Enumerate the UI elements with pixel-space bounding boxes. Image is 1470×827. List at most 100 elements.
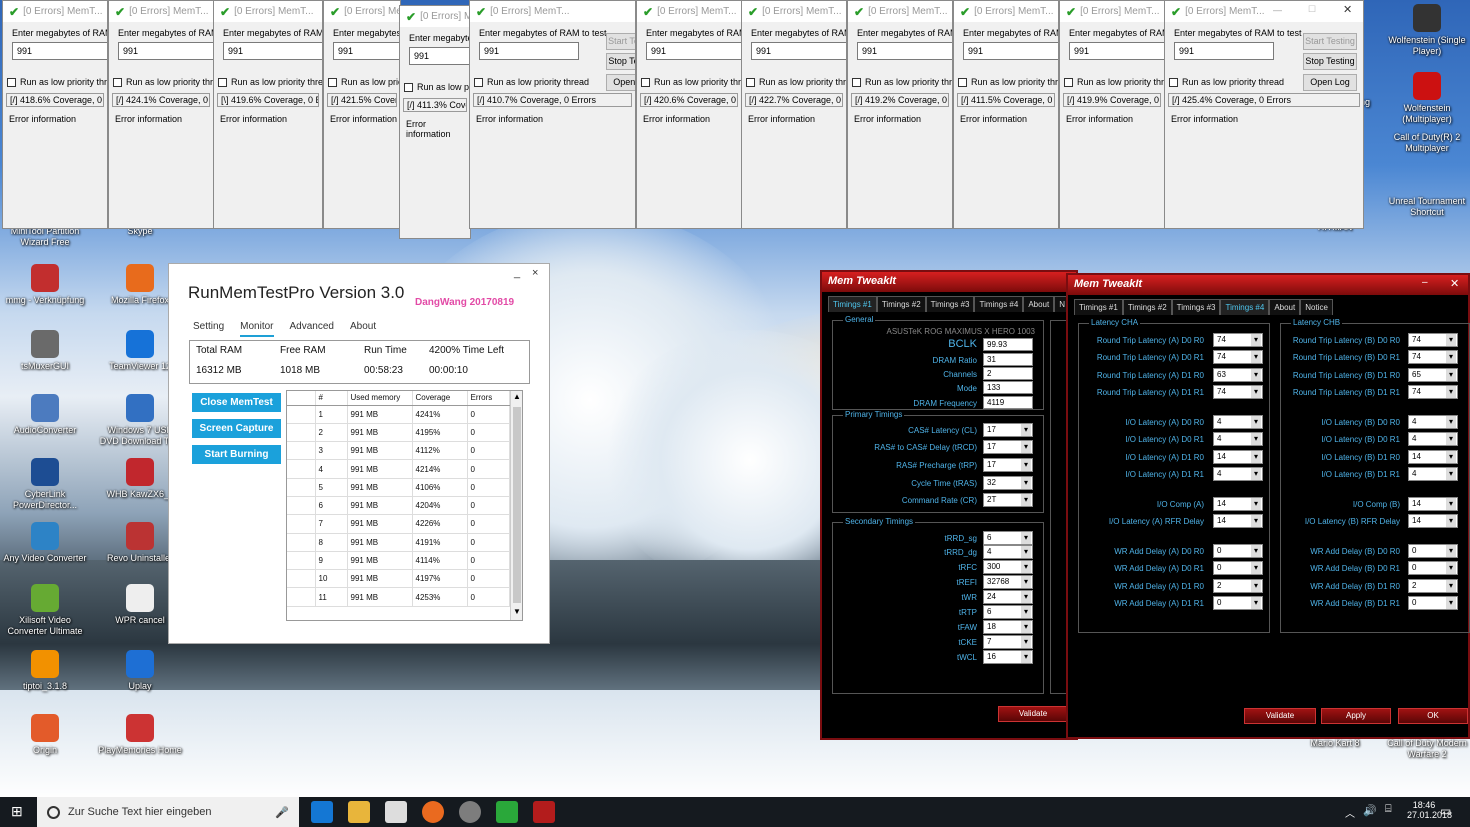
- search-box[interactable]: Zur Suche Text hier eingeben 🎤: [37, 797, 299, 827]
- microphone-icon[interactable]: 🎤: [275, 806, 289, 819]
- ram-input[interactable]: 991: [333, 42, 400, 60]
- desktop-icon[interactable]: Mario Kart 8: [1293, 738, 1377, 749]
- setting-dropdown[interactable]: 0: [1408, 544, 1458, 558]
- setting-dropdown[interactable]: 4: [1213, 415, 1263, 429]
- setting-dropdown[interactable]: 4: [1213, 432, 1263, 446]
- tab[interactable]: Timings #2: [1122, 299, 1172, 315]
- setting-dropdown[interactable]: 24: [983, 590, 1033, 604]
- setting-dropdown[interactable]: 14: [1408, 450, 1458, 464]
- table-row[interactable]: 10 991 MB 4197% 0: [287, 569, 510, 589]
- row-selector[interactable]: [287, 405, 316, 424]
- firefox-icon[interactable]: [422, 801, 444, 823]
- desktop-icon[interactable]: CyberLink PowerDirector...: [3, 458, 87, 511]
- setting-dropdown[interactable]: 0: [1213, 544, 1263, 558]
- checkbox-box[interactable]: [328, 77, 337, 87]
- windows-start-icon[interactable]: ⊞: [11, 803, 23, 820]
- validate-button[interactable]: Validate: [1244, 708, 1316, 724]
- setting-dropdown[interactable]: 63: [1213, 368, 1263, 382]
- setting-dropdown[interactable]: 2T: [983, 493, 1033, 507]
- setting-dropdown[interactable]: 6: [983, 531, 1033, 545]
- desktop-icon[interactable]: Call of Duty Modern Warfare 2: [1385, 738, 1469, 760]
- setting-dropdown[interactable]: 0: [1213, 596, 1263, 610]
- setting-dropdown[interactable]: 17: [983, 423, 1033, 437]
- minimize-button[interactable]: _: [514, 267, 520, 279]
- file-explorer-icon[interactable]: [348, 801, 370, 823]
- desktop-icon[interactable]: Uplay: [98, 650, 182, 692]
- desktop-icon[interactable]: MiniTool Partition Wizard Free: [3, 226, 87, 248]
- setting-dropdown[interactable]: 4: [1408, 467, 1458, 481]
- ram-input[interactable]: 991: [857, 42, 952, 60]
- tab[interactable]: Notice: [1300, 299, 1333, 315]
- setting-dropdown[interactable]: 32: [983, 476, 1033, 490]
- desktop-icon[interactable]: Origin: [3, 714, 87, 756]
- setting-dropdown[interactable]: 32768: [983, 575, 1033, 589]
- close-button[interactable]: ✕: [1450, 277, 1459, 290]
- setting-dropdown[interactable]: 17: [983, 440, 1033, 454]
- setting-dropdown[interactable]: 74: [1408, 350, 1458, 364]
- validate-button[interactable]: Validate: [998, 706, 1068, 722]
- row-selector[interactable]: [287, 514, 316, 534]
- tab[interactable]: About: [1023, 296, 1055, 312]
- checkbox-box[interactable]: [113, 77, 122, 87]
- ram-input[interactable]: 991: [1069, 42, 1164, 60]
- table-row[interactable]: 8 991 MB 4191% 0: [287, 533, 510, 552]
- edge-icon[interactable]: [311, 801, 333, 823]
- setting-dropdown[interactable]: 4: [1408, 415, 1458, 429]
- low-priority-checkbox[interactable]: Run as low priority thread: [7, 77, 107, 87]
- setting-dropdown[interactable]: 2: [1213, 579, 1263, 593]
- tab[interactable]: Timings #1: [1074, 299, 1123, 315]
- tab-setting[interactable]: Setting: [193, 321, 224, 337]
- setting-dropdown[interactable]: 0: [1213, 561, 1263, 575]
- desktop-icon[interactable]: tiptoi_3.1.8: [3, 650, 87, 692]
- ram-input[interactable]: 991: [12, 42, 107, 60]
- desktop-icon[interactable]: mmg - Verknüpfung: [3, 264, 87, 306]
- setting-dropdown[interactable]: 65: [1408, 368, 1458, 382]
- start-testing-button[interactable]: Start Testing: [606, 33, 635, 50]
- minimize-button[interactable]: —: [1273, 5, 1282, 15]
- scrollbar[interactable]: ▲ ▼: [510, 391, 522, 620]
- low-priority-checkbox[interactable]: Run as low priority thread: [852, 77, 952, 87]
- tab-about[interactable]: About: [350, 321, 376, 337]
- setting-dropdown[interactable]: 14: [1213, 514, 1263, 528]
- tab-monitor[interactable]: Monitor: [240, 321, 274, 337]
- open-log-button[interactable]: Open Log: [1303, 74, 1357, 91]
- desktop-icon[interactable]: Xilisoft Video Converter Ultimate: [3, 584, 87, 637]
- table-row[interactable]: 2 991 MB 4195% 0: [287, 423, 510, 443]
- setting-dropdown[interactable]: 18: [983, 620, 1033, 634]
- table-row[interactable]: 7 991 MB 4226% 0: [287, 514, 510, 534]
- low-priority-checkbox[interactable]: Run as low priority thread: [1169, 77, 1284, 87]
- volume-icon[interactable]: 🔊: [1363, 804, 1377, 817]
- ram-input[interactable]: 991: [751, 42, 846, 60]
- minimize-button[interactable]: –: [1422, 277, 1428, 288]
- desktop-icon[interactable]: Unreal Tournament Shortcut: [1385, 196, 1469, 218]
- low-priority-checkbox[interactable]: Run as low priority thread: [641, 77, 741, 87]
- row-selector[interactable]: [287, 423, 316, 443]
- setting-dropdown[interactable]: 0: [1408, 561, 1458, 575]
- tab[interactable]: Timings #2: [876, 296, 926, 312]
- ram-input[interactable]: 991: [118, 42, 213, 60]
- network-icon[interactable]: ⌸: [1385, 803, 1392, 816]
- checkbox-box[interactable]: [746, 77, 755, 87]
- setting-dropdown[interactable]: 300: [983, 560, 1033, 574]
- setting-dropdown[interactable]: 7: [983, 635, 1033, 649]
- low-priority-checkbox[interactable]: Run as low priority thread: [1064, 77, 1164, 87]
- clock[interactable]: 18:46 27.01.2018: [1407, 800, 1452, 820]
- desktop-icon[interactable]: tsMuxerGUI: [3, 330, 87, 372]
- stop-testing-button[interactable]: Stop Testing: [1303, 53, 1357, 70]
- table-row[interactable]: 9 991 MB 4114% 0: [287, 551, 510, 571]
- setting-dropdown[interactable]: 0: [1408, 596, 1458, 610]
- tab[interactable]: About: [1269, 299, 1301, 315]
- setting-dropdown[interactable]: 14: [1213, 450, 1263, 464]
- ram-input[interactable]: 991: [963, 42, 1058, 60]
- tab[interactable]: Timings #3: [925, 296, 975, 312]
- tab[interactable]: Timings #4: [1220, 299, 1270, 315]
- close-button[interactable]: ✕: [1343, 3, 1352, 16]
- checkbox-box[interactable]: [1064, 77, 1073, 87]
- memtweakit-taskbar-icon[interactable]: [533, 801, 555, 823]
- setting-dropdown[interactable]: 74: [1213, 350, 1263, 364]
- row-selector[interactable]: [287, 587, 316, 607]
- start-testing-button[interactable]: Start Testing: [1303, 33, 1357, 50]
- start-burning-button[interactable]: Start Burning: [192, 445, 281, 464]
- low-priority-checkbox[interactable]: Run as low priority thread: [218, 77, 322, 87]
- setting-dropdown[interactable]: 14: [1408, 514, 1458, 528]
